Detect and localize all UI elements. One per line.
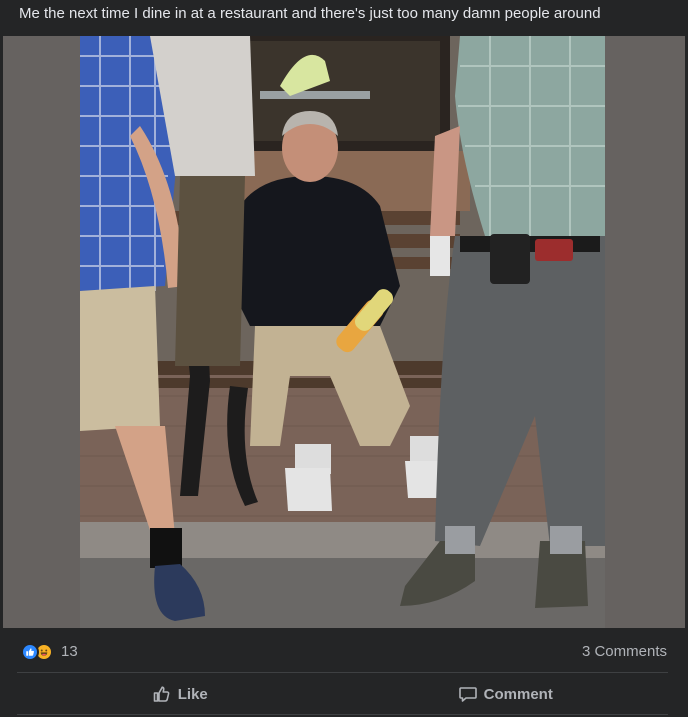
post-media[interactable] bbox=[3, 36, 685, 628]
reaction-count: 13 bbox=[61, 643, 78, 660]
facebook-post: Me the next time I dine in at a restaura… bbox=[0, 0, 688, 717]
like-icon bbox=[21, 643, 39, 661]
post-caption: Me the next time I dine in at a restaura… bbox=[19, 5, 601, 22]
photo-illustration bbox=[80, 36, 605, 628]
speech-bubble-icon bbox=[458, 687, 477, 702]
comment-label: Comment bbox=[483, 685, 553, 703]
like-label: Like bbox=[177, 685, 208, 703]
divider bbox=[17, 672, 668, 673]
reaction-stats: 13 3 Comments bbox=[0, 630, 688, 672]
post-photo[interactable] bbox=[80, 36, 605, 628]
reaction-summary[interactable]: 13 bbox=[21, 643, 78, 661]
comment-button[interactable]: Comment bbox=[343, 674, 669, 714]
post-actions: Like Comment bbox=[17, 674, 668, 714]
thumbs-up-icon bbox=[153, 686, 170, 702]
comments-count-link[interactable]: 3 Comments bbox=[582, 643, 667, 661]
divider bbox=[17, 714, 668, 715]
like-button[interactable]: Like bbox=[17, 674, 343, 714]
